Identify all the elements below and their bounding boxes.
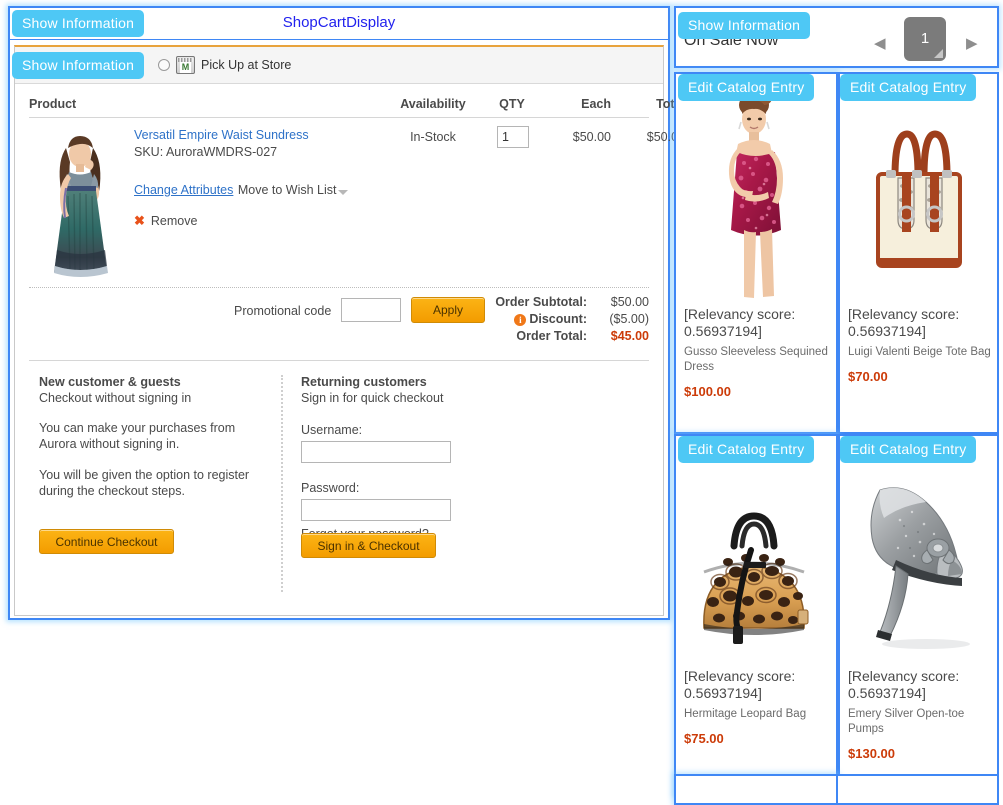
chevron-right-icon[interactable]: ▶ xyxy=(966,34,978,52)
returning-customer-subheading: Sign in for quick checkout xyxy=(301,391,444,405)
product-info: Versatil Empire Waist Sundress SKU: Auro… xyxy=(134,128,384,229)
relevancy-score: [Relevancy score: 0.56937194] xyxy=(848,306,960,339)
continue-checkout-button[interactable]: Continue Checkout xyxy=(39,529,174,554)
order-total-row: Order Total: $45.00 xyxy=(409,328,649,345)
catalog-card-1[interactable]: [Relevancy score: 0.56937194] Luigi Vale… xyxy=(838,72,999,434)
move-to-wish-list-dropdown[interactable]: Move to Wish List xyxy=(238,183,349,197)
change-attributes-link[interactable]: Change Attributes xyxy=(134,183,233,197)
catalog-card-text-2: [Relevancy score: 0.56937194] Hermitage … xyxy=(684,668,830,746)
returning-customer-heading: Returning customers xyxy=(301,375,427,389)
edit-catalog-entry-badge-3[interactable]: Edit Catalog Entry xyxy=(840,436,977,463)
edit-catalog-entry-badge-2[interactable]: Edit Catalog Entry xyxy=(678,436,815,463)
chevron-down-icon[interactable] xyxy=(338,190,349,195)
product-name[interactable]: Gusso Sleeveless Sequined Dress xyxy=(684,345,830,375)
move-to-wish-list-label: Move to Wish List xyxy=(237,183,337,197)
pickup-at-store-label: Pick Up at Store xyxy=(201,58,292,72)
discount-label: Discount: xyxy=(529,312,587,326)
discount-value: ($5.00) xyxy=(609,312,649,326)
sequined-dress-photo[interactable] xyxy=(676,88,836,306)
quantity-input[interactable] xyxy=(497,126,529,148)
cart-inner-container: Shop Online Pick Up at Store Product Ava… xyxy=(14,45,685,616)
order-total-value: $45.00 xyxy=(610,329,649,343)
sidebar-footer-right xyxy=(838,774,999,805)
show-information-badge-fulfillment[interactable]: Show Information xyxy=(12,52,145,79)
cart-table-header: Product Availability QTY Each Total xyxy=(29,90,685,118)
order-totals: Order Subtotal: $50.00 i Discount: ($5.0… xyxy=(409,294,649,345)
cell-each-price: $50.00 xyxy=(572,130,611,144)
remove-item-button[interactable]: ✖ Remove xyxy=(134,213,384,229)
fulfillment-option-pickup-at-store[interactable]: Pick Up at Store xyxy=(158,56,291,74)
product-name[interactable]: Emery Silver Open-toe Pumps xyxy=(848,707,991,737)
username-field[interactable] xyxy=(301,441,451,463)
catalog-card-text-3: [Relevancy score: 0.56937194] Emery Silv… xyxy=(848,668,991,761)
relevancy-score: [Relevancy score: 0.56937194] xyxy=(684,306,796,339)
edit-catalog-entry-badge-1[interactable]: Edit Catalog Entry xyxy=(840,74,977,101)
x-mark-icon: ✖ xyxy=(134,213,145,228)
column-header-qty: QTY xyxy=(499,97,525,111)
column-header-each: Each xyxy=(581,97,611,111)
on-sale-now-sidebar: On Sale Now ◀ 1 ▶ [Relevancy score: 0.56… xyxy=(674,6,999,805)
store-icon xyxy=(176,56,195,74)
new-customer-paragraph-1: You can make your purchases from Aurora … xyxy=(39,421,236,451)
cell-availability: In-Stock xyxy=(410,130,456,144)
username-label: Username: xyxy=(301,423,363,437)
promotional-code-input[interactable] xyxy=(341,298,401,322)
promo-and-totals-area: Promotional code Apply Order Subtotal: $… xyxy=(29,288,649,360)
new-customer-heading: New customer & guests xyxy=(39,375,181,389)
column-header-availability: Availability xyxy=(400,97,466,111)
catalog-card-text-0: [Relevancy score: 0.56937194] Gusso Slee… xyxy=(684,306,830,399)
beige-tote-bag-photo[interactable] xyxy=(840,88,997,306)
remove-label: Remove xyxy=(150,214,198,228)
show-information-badge-sidebar[interactable]: Show Information xyxy=(678,12,811,39)
new-customer-subheading: Checkout without signing in xyxy=(39,391,192,405)
product-price: $70.00 xyxy=(848,369,888,384)
product-name-link[interactable]: Versatil Empire Waist Sundress xyxy=(134,128,384,142)
chevron-left-icon[interactable]: ◀ xyxy=(874,34,886,52)
order-subtotal-row: Order Subtotal: $50.00 xyxy=(409,294,649,311)
password-field[interactable] xyxy=(301,499,451,521)
checkout-options-section: New customer & guests Checkout without s… xyxy=(29,360,649,610)
catalog-card-0[interactable]: [Relevancy score: 0.56937194] Gusso Slee… xyxy=(674,72,838,434)
product-thumbnail[interactable] xyxy=(41,126,119,284)
edit-catalog-entry-badge-0[interactable]: Edit Catalog Entry xyxy=(678,74,815,101)
sidebar-footer-left xyxy=(674,774,838,805)
leopard-bag-photo[interactable] xyxy=(676,450,836,668)
info-icon[interactable]: i xyxy=(514,313,527,326)
returning-customer-column: Returning customers Sign in for quick ch… xyxy=(301,375,531,541)
product-price: $75.00 xyxy=(684,731,724,746)
new-customer-column: New customer & guests Checkout without s… xyxy=(39,375,269,499)
order-subtotal-value: $50.00 xyxy=(610,295,649,309)
new-customer-paragraph-2: You will be given the option to register… xyxy=(39,468,250,498)
discount-row: i Discount: ($5.00) xyxy=(409,311,649,328)
sign-in-and-checkout-button[interactable]: Sign in & Checkout xyxy=(301,533,436,558)
product-name[interactable]: Luigi Valenti Beige Tote Bag xyxy=(848,345,991,360)
catalog-card-text-1: [Relevancy score: 0.56937194] Luigi Vale… xyxy=(848,306,991,384)
silver-pumps-photo[interactable] xyxy=(840,450,997,668)
radio-button-icon[interactable] xyxy=(158,59,170,71)
relevancy-score: [Relevancy score: 0.56937194] xyxy=(848,668,960,701)
column-header-product: Product xyxy=(29,97,77,111)
order-total-label: Order Total: xyxy=(516,329,587,343)
promotional-code-label: Promotional code xyxy=(234,304,332,318)
product-name[interactable]: Hermitage Leopard Bag xyxy=(684,707,830,722)
relevancy-score: [Relevancy score: 0.56937194] xyxy=(684,668,796,701)
catalog-card-3[interactable]: [Relevancy score: 0.56937194] Emery Silv… xyxy=(838,434,999,796)
catalog-card-2[interactable]: [Relevancy score: 0.56937194] Hermitage … xyxy=(674,434,838,796)
table-row: Versatil Empire Waist Sundress SKU: Auro… xyxy=(29,118,685,288)
password-label: Password: xyxy=(301,481,360,495)
show-information-badge-cart[interactable]: Show Information xyxy=(12,10,145,37)
product-price: $100.00 xyxy=(684,384,731,399)
pagination-page-button[interactable]: 1 xyxy=(904,17,946,61)
order-subtotal-label: Order Subtotal: xyxy=(495,295,587,309)
product-sku: SKU: AuroraWMDRS-027 xyxy=(134,145,278,159)
vertical-divider xyxy=(281,375,283,592)
shop-cart-display-panel: ShopCartDisplay Shop Online Pick Up at S… xyxy=(8,6,685,620)
product-price: $130.00 xyxy=(848,746,895,761)
